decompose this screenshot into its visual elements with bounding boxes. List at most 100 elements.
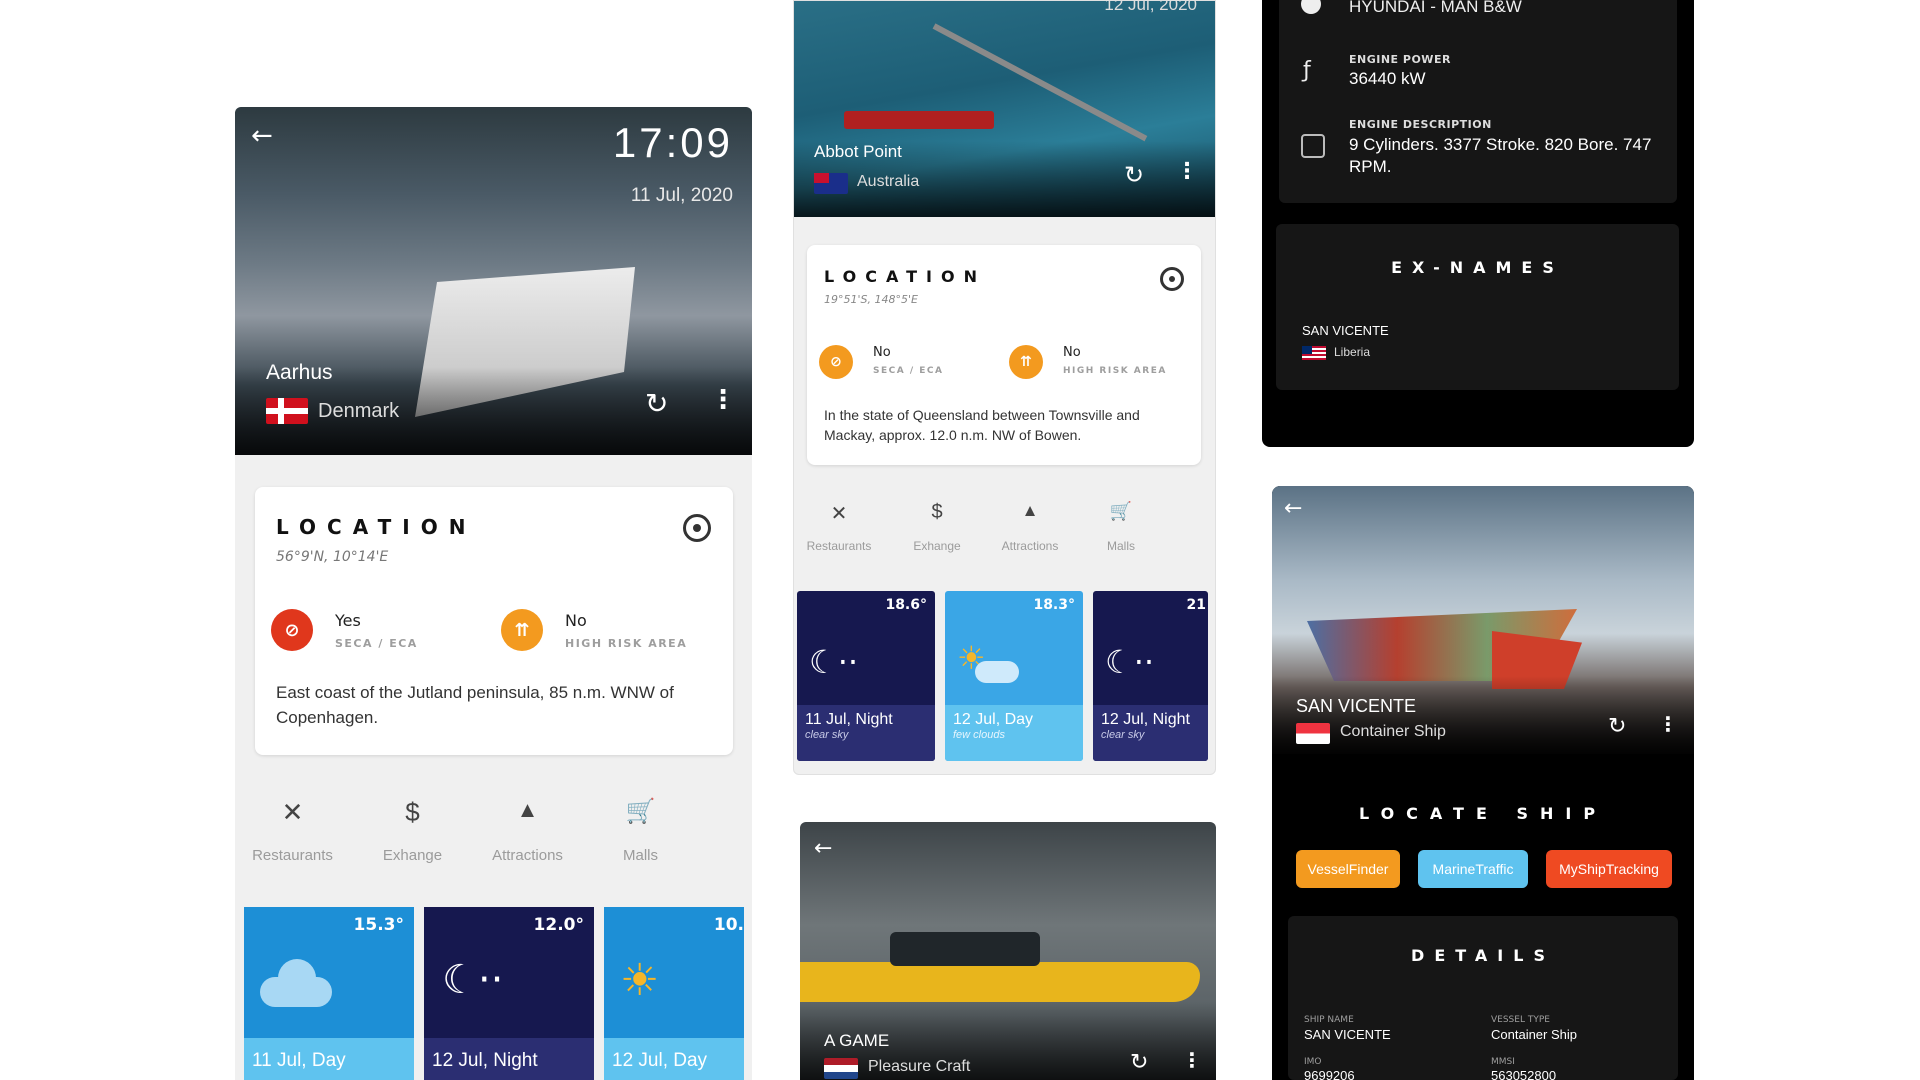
sun-icon: ☀ [620, 955, 660, 1006]
weather-card[interactable]: 18.3° ☀ 12 Jul, Day few clouds [945, 591, 1083, 761]
back-arrow-icon[interactable]: ← [814, 836, 832, 861]
category-exchange[interactable]: $ Exhange [365, 797, 460, 864]
vessel-type-label: VESSEL TYPE [1491, 1015, 1550, 1025]
screen-san-vicente: ← SAN VICENTE Container Ship ↻ ⋮ LOCATE … [1272, 486, 1694, 1080]
weather-label: 12 Jul, Night [432, 1050, 538, 1071]
ex-name: SAN VICENTE [1302, 323, 1389, 338]
rib-boat-shape [800, 962, 1200, 1002]
back-arrow-icon[interactable]: ← [251, 121, 273, 151]
seca-icon: ⊘ [271, 609, 313, 651]
vessel-name: SAN VICENTE [1296, 696, 1417, 716]
coords: 56°9'N, 10°14'E [276, 549, 389, 565]
engine-power: 36440 kW [1349, 69, 1426, 88]
category-exchange[interactable]: $ Exhange [897, 501, 977, 553]
category-restaurants[interactable]: ✕ Restaurants [799, 501, 879, 553]
weather-card[interactable]: 10. ☀ 12 Jul, Day [604, 907, 744, 1080]
category-label: Malls [622, 847, 658, 864]
category-attractions[interactable]: ▲ Attractions [475, 797, 580, 864]
mountain-icon: ▲ [516, 797, 539, 822]
weather-desc: clear sky [805, 729, 849, 741]
engine-description-icon [1301, 134, 1325, 158]
engine-power-icon: ƒ [1303, 58, 1311, 83]
seca-label: SECA / ECA [335, 637, 418, 650]
more-menu-icon[interactable]: ⋮ [710, 385, 736, 415]
details-title: DETAILS [1411, 946, 1555, 965]
locate-target-icon[interactable] [1160, 267, 1184, 291]
location-description: In the state of Queensland between Towns… [824, 407, 1140, 443]
cutlery-icon: ✕ [830, 503, 848, 525]
ex-names-card: EX-NAMES SAN VICENTE Liberia [1276, 224, 1679, 390]
moon-stars-icon: ☾⋅⋅ [809, 643, 859, 681]
category-restaurants[interactable]: ✕ Restaurants [245, 797, 340, 864]
refresh-icon[interactable]: ↻ [1608, 714, 1626, 739]
weather-temp: 18.3° [1033, 597, 1075, 613]
risk-icon: ⇈ [1009, 345, 1043, 379]
marinetraffic-button[interactable]: MarineTraffic [1418, 850, 1528, 888]
refresh-icon[interactable]: ↻ [1124, 161, 1144, 189]
dollar-icon: $ [931, 501, 943, 523]
weather-card[interactable]: 21 ☾⋅⋅ 12 Jul, Night clear sky [1093, 591, 1208, 761]
liberia-flag-icon [1302, 346, 1326, 360]
dollar-icon: $ [405, 797, 420, 827]
weather-temp: 12.0° [533, 915, 584, 935]
myshiptracking-button[interactable]: MyShipTracking [1546, 850, 1672, 888]
category-label: Exhange [913, 539, 961, 553]
country-name: Australia [857, 173, 920, 190]
risk-label: HIGH RISK AREA [565, 637, 688, 650]
seca-value: No [873, 345, 891, 360]
clock-date: 11 Jul, 2020 [630, 185, 733, 206]
weather-label: 11 Jul, Night [805, 711, 893, 728]
ex-names-title: EX-NAMES [1391, 258, 1564, 277]
weather-label: 12 Jul, Day [953, 711, 1034, 728]
mmsi-label: MMSI [1491, 1057, 1515, 1067]
details-card: DETAILS SHIP NAME SAN VICENTE VESSEL TYP… [1288, 916, 1678, 1080]
moon-stars-icon: ☾⋅⋅ [1105, 643, 1155, 681]
vessel-type-value: Container Ship [1491, 1027, 1577, 1042]
locate-target-icon[interactable] [683, 514, 711, 542]
location-title: LOCATION [824, 267, 986, 286]
screen-engine-details: HYUNDAI - MAN B&W ƒ ENGINE POWER 36440 k… [1262, 0, 1694, 447]
weather-card[interactable]: 15.3° 11 Jul, Day [244, 907, 414, 1080]
vesselfinder-button[interactable]: VesselFinder [1296, 850, 1400, 888]
category-malls[interactable]: 🛒 Malls [593, 797, 688, 864]
weather-temp: 18.6° [885, 597, 927, 613]
refresh-icon[interactable]: ↻ [645, 387, 668, 420]
cart-icon: 🛒 [1109, 501, 1133, 521]
moon-stars-icon: ☾⋅⋅ [442, 957, 504, 1003]
location-card: LOCATION 19°51'S, 148°5'E ⊘ No SECA / EC… [807, 245, 1201, 465]
cart-icon: 🛒 [625, 798, 656, 825]
screen-abbot-point: 12 Jul, 2020 Abbot Point Australia ↻ ⋮ L… [793, 0, 1216, 775]
vessel-type: Container Ship [1340, 723, 1446, 740]
coords: 19°51'S, 148°5'E [824, 293, 918, 306]
vessel-type: Pleasure Craft [868, 1058, 971, 1075]
risk-value: No [1063, 345, 1081, 360]
weather-card[interactable]: 18.6° ☾⋅⋅ 11 Jul, Night clear sky [797, 591, 935, 761]
cutlery-icon: ✕ [281, 797, 304, 827]
engine-description: 9 Cylinders. 3377 Stroke. 820 Bore. 747 … [1349, 135, 1652, 176]
risk-value: No [565, 611, 587, 630]
engine-builder: HYUNDAI - MAN B&W [1349, 0, 1522, 16]
back-arrow-icon[interactable]: ← [1284, 496, 1302, 521]
more-menu-icon[interactable]: ⋮ [1176, 159, 1198, 184]
country-name: Denmark [318, 400, 400, 422]
weather-label: 12 Jul, Day [612, 1050, 708, 1071]
weather-card[interactable]: 12.0° ☾⋅⋅ 12 Jul, Night [424, 907, 594, 1080]
ship-name: SAN VICENTE [1304, 1027, 1391, 1042]
weather-desc: clear sky [1101, 729, 1145, 741]
refresh-icon[interactable]: ↻ [1130, 1050, 1148, 1075]
header-date: 12 Jul, 2020 [1104, 0, 1197, 14]
weather-temp: 21 [1186, 597, 1206, 613]
category-malls[interactable]: 🛒 Malls [1081, 501, 1161, 553]
location-description: East coast of the Jutland peninsula, 85 … [276, 683, 674, 727]
vessel-name: A GAME [824, 1031, 890, 1050]
more-menu-icon[interactable]: ⋮ [1658, 712, 1678, 736]
more-menu-icon[interactable]: ⋮ [1182, 1048, 1202, 1072]
location-card: LOCATION 56°9'N, 10°14'E ⊘ Yes SECA / EC… [255, 487, 733, 755]
imo-label: IMO [1304, 1057, 1322, 1067]
ex-name-flag: Liberia [1334, 345, 1371, 359]
category-attractions[interactable]: ▲ Attractions [985, 501, 1075, 553]
weather-temp: 10. [713, 915, 744, 935]
weather-desc: few clouds [953, 729, 1005, 741]
imo: 9699206 [1304, 1068, 1355, 1080]
weather-label: 12 Jul, Night [1101, 711, 1190, 728]
